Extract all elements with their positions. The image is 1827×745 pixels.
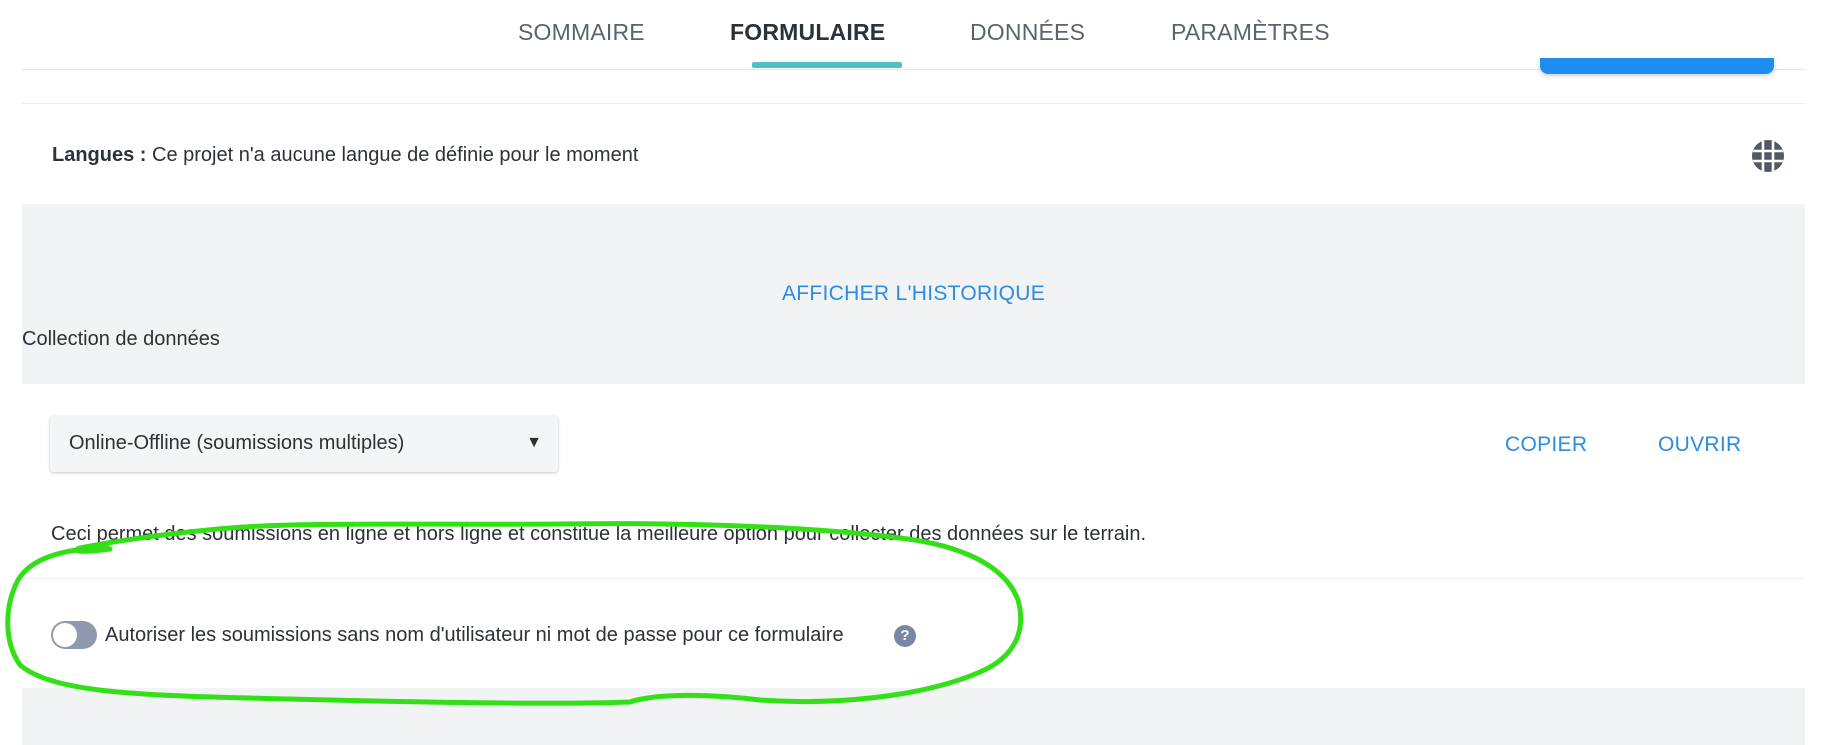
- languages-text: Langues : Ce projet n'a aucune langue de…: [52, 144, 638, 167]
- copy-link[interactable]: COPIER: [1505, 433, 1587, 457]
- collection-card: Online-Offline (soumissions multiples) ▼…: [22, 384, 1805, 688]
- app-page: SOMMAIRE FORMULAIRE DONNÉES PARAMÈTRES L…: [0, 0, 1827, 745]
- tab-donnees[interactable]: DONNÉES: [970, 19, 1085, 46]
- collection-method-select[interactable]: Online-Offline (soumissions multiples) ▼: [50, 416, 558, 472]
- toggle-knob: [53, 623, 77, 647]
- help-icon[interactable]: ?: [894, 625, 916, 647]
- tab-formulaire[interactable]: FORMULAIRE: [730, 19, 885, 46]
- languages-label: Langues :: [52, 144, 147, 166]
- show-history-link[interactable]: AFFICHER L'HISTORIQUE: [22, 282, 1805, 306]
- collection-heading: Collection de données: [22, 328, 220, 350]
- active-tab-indicator: [752, 62, 902, 68]
- top-nav: SOMMAIRE FORMULAIRE DONNÉES PARAMÈTRES: [22, 0, 1805, 70]
- select-value: Online-Offline (soumissions multiples): [69, 432, 405, 454]
- languages-value: Ce projet n'a aucune langue de définie p…: [152, 144, 639, 166]
- caret-down-icon: ▼: [526, 434, 542, 451]
- divider: [22, 578, 1805, 579]
- tab-parametres[interactable]: PARAMÈTRES: [1171, 19, 1330, 46]
- tab-sommaire[interactable]: SOMMAIRE: [518, 19, 645, 46]
- deploy-button-partial[interactable]: [1540, 58, 1774, 74]
- history-section: AFFICHER L'HISTORIQUE: [22, 204, 1805, 384]
- anonymous-submissions-toggle[interactable]: [51, 621, 97, 649]
- open-link[interactable]: OUVRIR: [1658, 433, 1741, 457]
- languages-row: Langues : Ce projet n'a aucune langue de…: [22, 104, 1805, 204]
- bottom-section: [22, 688, 1805, 745]
- globe-icon[interactable]: [1750, 138, 1786, 174]
- collection-description: Ceci permet des soumissions en ligne et …: [51, 523, 1147, 545]
- anonymous-submissions-label: Autoriser les soumissions sans nom d'uti…: [105, 624, 844, 646]
